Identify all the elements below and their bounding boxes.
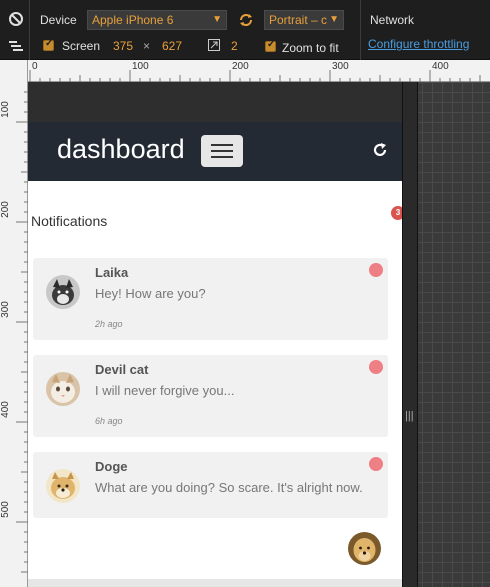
hamburger-menu-button[interactable] <box>201 135 243 167</box>
user-avatar[interactable] <box>348 532 381 565</box>
separator <box>29 0 30 60</box>
notification-message: What are you doing? So scare. It's alrig… <box>95 480 363 495</box>
screen-label: Screen <box>62 39 101 53</box>
ruler-label: 400 <box>432 61 449 72</box>
unread-dot-icon <box>369 457 383 471</box>
device-select-value: Apple iPhone 6 <box>92 13 174 27</box>
unread-dot-icon <box>369 360 383 374</box>
ruler-label: 100 <box>0 101 11 118</box>
device-toolbar: Device Apple iPhone 6 ▼ Portrait – c ▼ S… <box>0 0 490 60</box>
ruler-label: 300 <box>332 61 349 72</box>
network-label: Network <box>370 13 415 27</box>
brand-title[interactable]: dashboard <box>57 134 185 165</box>
notification-card[interactable]: Doge What are you doing? So scare. It's … <box>33 452 388 518</box>
ruler-label: 0 <box>32 61 38 72</box>
doge-avatar <box>46 469 80 503</box>
dropdown-arrow-icon: ▼ <box>329 14 339 25</box>
notification-message: I will never forgive you... <box>95 383 235 398</box>
emulated-viewport: dashboard Notifications 3 Laika Hey! How… <box>28 82 402 587</box>
separator <box>360 0 361 60</box>
hamburger-line <box>211 156 233 158</box>
devtools-device-mode: Device Apple iPhone 6 ▼ Portrait – c ▼ S… <box>0 0 490 587</box>
viewport-top-area <box>28 82 402 122</box>
unread-dot-icon <box>369 263 383 277</box>
rotate-icon[interactable] <box>238 12 254 28</box>
no-entry-icon[interactable] <box>8 11 24 27</box>
page-bottom-bar <box>28 579 402 587</box>
orientation-select-value: Portrait – c <box>269 13 328 27</box>
media-query-icon[interactable] <box>8 38 24 54</box>
device-pixel-ratio-icon <box>208 39 220 51</box>
device-select[interactable]: Apple iPhone 6 ▼ <box>87 10 227 30</box>
notification-sender: Doge <box>95 459 128 474</box>
notification-card[interactable]: Laika Hey! How are you? 2h ago <box>33 258 388 340</box>
ruler-label: 400 <box>0 401 11 418</box>
zoom-to-fit-label: Zoom to fit <box>282 41 339 55</box>
notification-card[interactable]: Devil cat I will never forgive you... 6h… <box>33 355 388 437</box>
notification-time: 6h ago <box>95 416 123 426</box>
ruler-label: 300 <box>0 301 11 318</box>
ruler-ticks <box>29 70 481 82</box>
screen-checkbox[interactable] <box>43 38 54 51</box>
resize-grip-icon[interactable]: ||| <box>405 410 414 422</box>
screen-width-input[interactable]: 375 <box>113 39 133 53</box>
viewport-resize-handle[interactable] <box>402 82 418 587</box>
ruler-label: 500 <box>0 501 11 518</box>
device-label: Device <box>40 13 77 27</box>
notification-time: 2h ago <box>95 319 123 329</box>
ruler-label: 100 <box>132 61 149 72</box>
cat-avatar <box>46 372 80 406</box>
hamburger-line <box>211 150 233 152</box>
notifications-title: Notifications <box>31 213 108 229</box>
configure-throttling-link[interactable]: Configure throttling <box>368 37 469 51</box>
notification-sender: Laika <box>95 265 129 280</box>
ruler-label: 200 <box>232 61 249 72</box>
dog-avatar <box>46 275 80 309</box>
orientation-select[interactable]: Portrait – c ▼ <box>264 10 344 30</box>
times-symbol: × <box>143 39 151 53</box>
notification-sender: Devil cat <box>95 362 149 377</box>
hamburger-line <box>211 144 233 146</box>
notification-count-badge: 3 <box>391 206 402 220</box>
vertical-ruler: 100 200 300 400 500 <box>0 60 28 587</box>
dpr-input[interactable]: 2 <box>231 39 238 53</box>
zoom-to-fit-checkbox[interactable] <box>265 39 276 52</box>
horizontal-ruler: 0 100 200 300 400 <box>28 60 490 82</box>
refresh-icon[interactable] <box>372 142 388 158</box>
notification-message: Hey! How are you? <box>95 286 206 301</box>
ruler-label: 200 <box>0 201 11 218</box>
dropdown-arrow-icon: ▼ <box>212 14 222 25</box>
screen-height-input[interactable]: 627 <box>162 39 182 53</box>
app-navbar: dashboard <box>28 122 402 181</box>
